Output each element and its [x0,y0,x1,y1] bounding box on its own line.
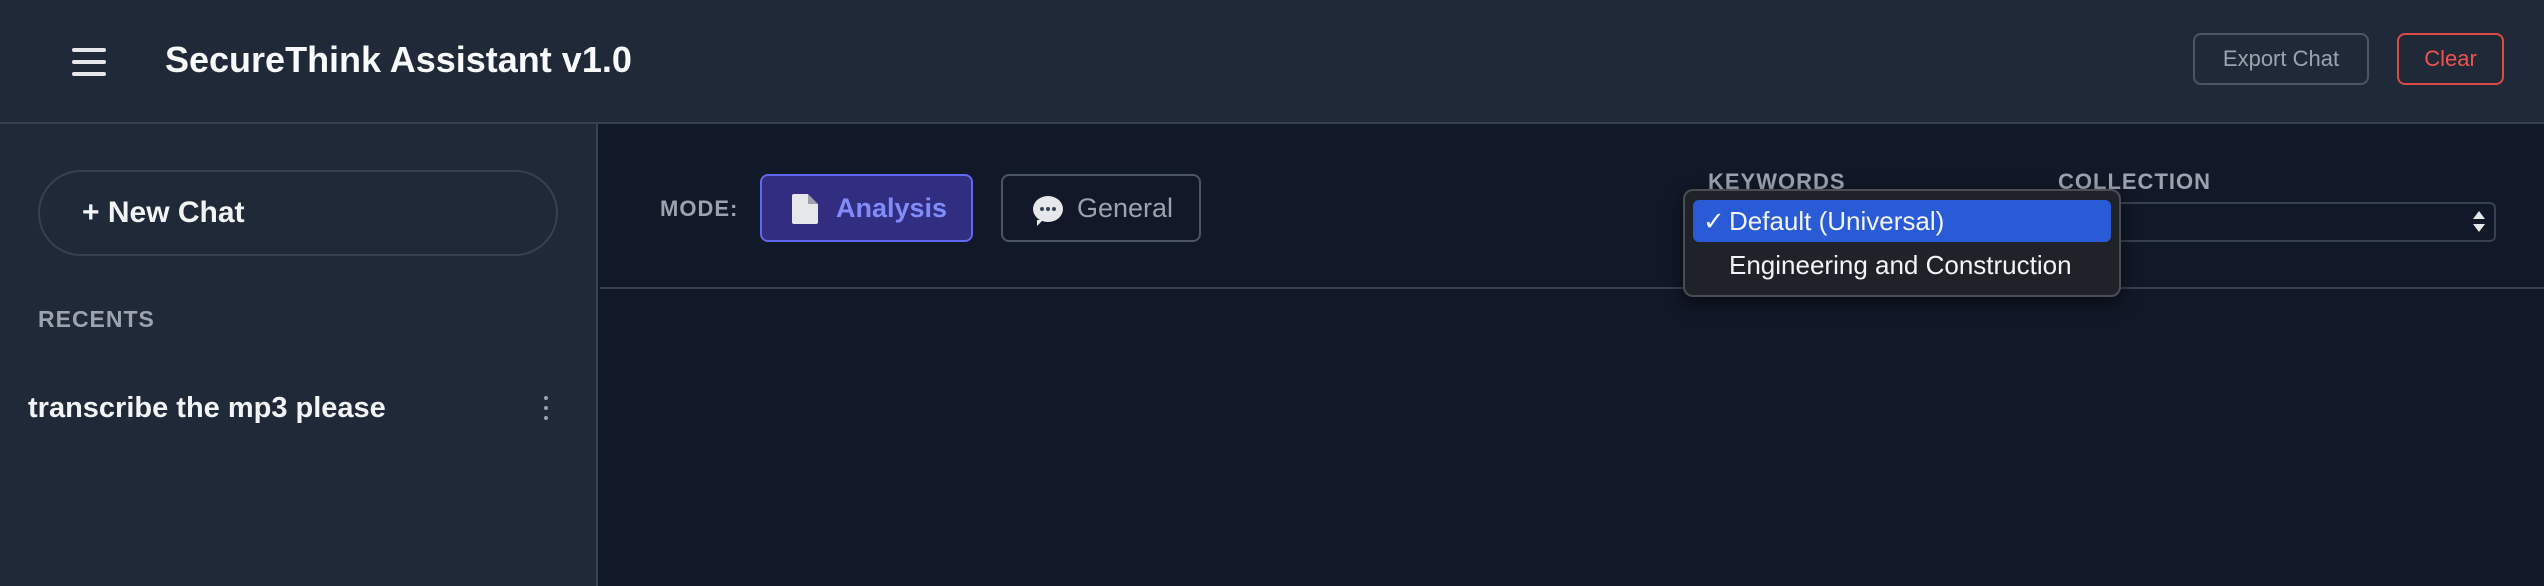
hamburger-menu-icon[interactable] [68,44,108,80]
collection-select[interactable]: io [2058,202,2496,242]
app-title: SecureThink Assistant v1.0 [165,39,632,80]
keywords-option-engineering[interactable]: Engineering and Construction [1693,244,2111,286]
sidebar: + New Chat RECENTS transcribe the mp3 pl… [0,124,598,586]
clear-button[interactable]: Clear [2397,33,2504,85]
export-chat-button[interactable]: Export Chat [2193,33,2369,85]
checkmark-icon: ✓ [1703,206,1725,236]
more-options-icon[interactable] [536,392,556,424]
mode-toolbar: MODE: Analysis General KEYWORDS COLLECTI… [600,124,2544,289]
document-icon [792,194,818,224]
mode-label: MODE: [660,196,739,221]
app-header: SecureThink Assistant v1.0 Export Chat C… [0,0,2544,124]
analysis-mode-button[interactable]: Analysis [760,174,973,242]
select-arrows-icon [2472,207,2486,237]
keywords-option-label: Engineering and Construction [1729,250,2072,280]
keywords-option-label: Default (Universal) [1729,206,1945,236]
recent-chat-item[interactable]: transcribe the mp3 please [28,384,568,434]
new-chat-button[interactable]: + New Chat [38,170,558,256]
analysis-mode-label: Analysis [836,193,948,223]
keywords-dropdown: ✓ Default (Universal) Engineering and Co… [1683,189,2121,297]
recents-heading: RECENTS [38,306,155,332]
speech-bubble-icon [1033,196,1063,226]
recent-chat-label: transcribe the mp3 please [28,392,386,424]
general-mode-button[interactable]: General [1001,174,1201,242]
keywords-option-default[interactable]: ✓ Default (Universal) [1693,200,2111,242]
general-mode-label: General [1077,193,1174,223]
